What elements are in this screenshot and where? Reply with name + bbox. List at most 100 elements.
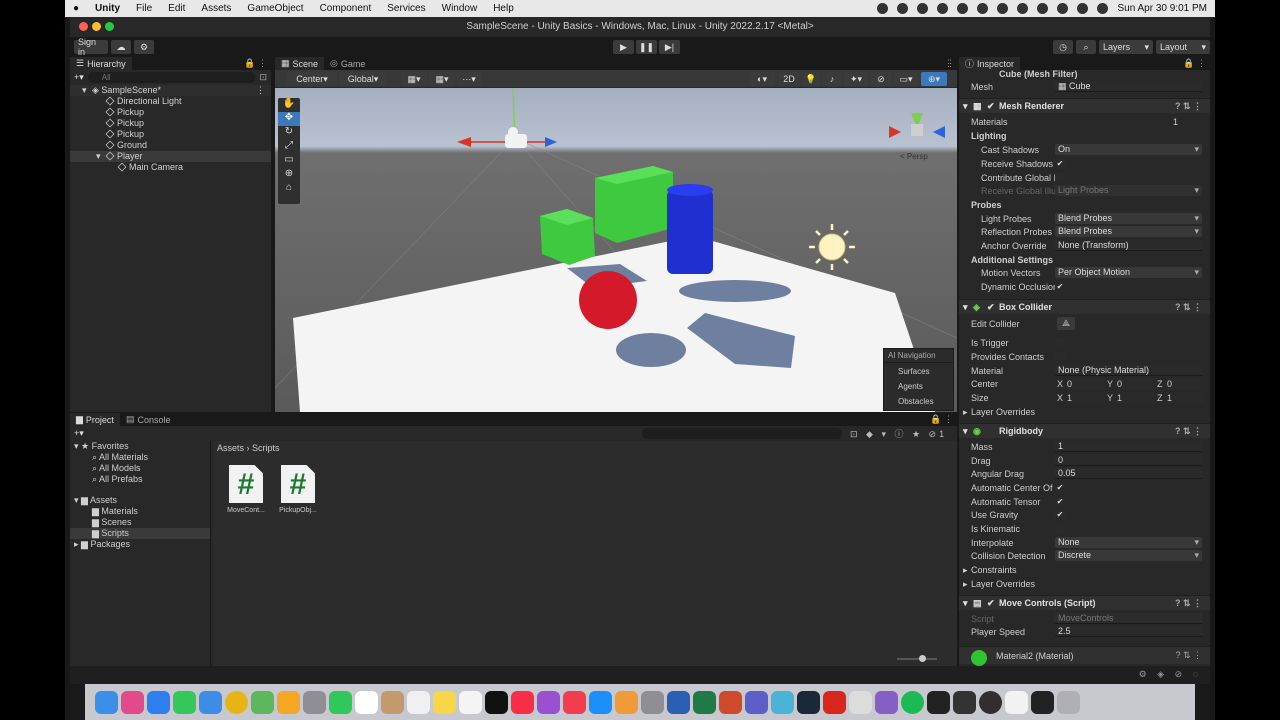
contribute-gi-checkbox[interactable] xyxy=(1055,173,1065,183)
battery-icon[interactable] xyxy=(1017,3,1029,14)
hidden-objects-toggle[interactable]: ⊘ xyxy=(871,72,891,86)
bluetooth-icon[interactable] xyxy=(997,3,1009,14)
visual-studio-icon[interactable] xyxy=(875,690,898,714)
hierarchy-item-directional-light[interactable]: Directional Light xyxy=(70,96,271,107)
scene-menu-icon[interactable]: ⋮ xyxy=(256,85,265,96)
folder-materials[interactable]: ▆ Materials xyxy=(70,506,210,517)
folder-scenes[interactable]: ▆ Scenes xyxy=(70,517,210,528)
tab-scene[interactable]: ▦ Scene xyxy=(275,57,325,70)
auto-tensor-checkbox[interactable]: ✔ xyxy=(1055,497,1065,507)
enabled-checkbox[interactable]: ✔ xyxy=(987,300,995,315)
system-settings-icon[interactable] xyxy=(641,690,664,714)
interpolate-dropdown[interactable]: None xyxy=(1055,537,1202,548)
menu-help[interactable]: Help xyxy=(485,3,522,14)
panel-menu-icon[interactable]: 🔒 ⋮ xyxy=(930,414,953,425)
acrobat-icon[interactable] xyxy=(823,690,846,714)
size-z-field[interactable]: 1 xyxy=(1167,392,1203,404)
notes-icon[interactable] xyxy=(433,690,456,714)
hierarchy-item-main-camera[interactable]: Main Camera xyxy=(70,162,271,173)
asset-pickupobject[interactable]: # PickupObj... xyxy=(273,465,323,514)
center-x-field[interactable]: 0 xyxy=(1067,378,1105,390)
scene-render[interactable] xyxy=(275,88,957,412)
constraints-foldout[interactable]: ▸ Constraints xyxy=(959,564,1210,576)
folder-scripts[interactable]: ▆ Scripts xyxy=(70,528,210,539)
box-collider-header[interactable]: ▾ ◈ ✔ Box Collider ? ⇅ ⋮ xyxy=(959,299,1210,314)
component-menu-icon[interactable]: ? ⇅ ⋮ xyxy=(1175,99,1202,114)
sign-in-button[interactable]: Sign in xyxy=(74,37,108,57)
mesh-renderer-header[interactable]: ▾ ▦ ✔ Mesh Renderer ? ⇅ ⋮ xyxy=(959,98,1210,113)
apple-icon[interactable]: ● xyxy=(65,3,87,14)
grid-button[interactable]: ▦▾ xyxy=(429,72,455,86)
layers-dropdown[interactable]: Layers ▾ xyxy=(1099,40,1153,54)
add-icon[interactable]: +▾ xyxy=(74,428,84,439)
teams-icon[interactable] xyxy=(745,690,768,714)
mesh-filter-header[interactable]: Cube (Mesh Filter) xyxy=(959,68,1210,80)
use-gravity-checkbox[interactable]: ✔ xyxy=(1055,510,1065,520)
auto-center-checkbox[interactable]: ✔ xyxy=(1055,483,1065,493)
safari-icon[interactable] xyxy=(147,690,170,714)
provides-contacts-checkbox[interactable] xyxy=(1055,352,1065,362)
hierarchy-item-pickup[interactable]: Pickup xyxy=(70,129,271,140)
asset-movecontrols[interactable]: # MoveCont... xyxy=(221,465,271,514)
menu-edit[interactable]: Edit xyxy=(160,3,193,14)
expand-arrow-icon[interactable]: ▾ xyxy=(963,596,968,611)
size-y-field[interactable]: 1 xyxy=(1117,392,1155,404)
calendar-icon[interactable] xyxy=(355,690,378,714)
wifi-icon[interactable] xyxy=(1037,3,1049,14)
menu-file[interactable]: File xyxy=(128,3,160,14)
status-icons[interactable]: ⚙ ◈ ⊘ ◌ xyxy=(1139,669,1202,680)
hierarchy-item-ground[interactable]: Ground xyxy=(70,140,271,151)
podcasts-icon[interactable] xyxy=(537,690,560,714)
additional-settings-section[interactable]: Additional Settings xyxy=(959,254,1210,266)
transform-tool-icon[interactable]: ⊕ xyxy=(278,168,300,182)
menu-component[interactable]: Component xyxy=(312,3,380,14)
component-menu-icon[interactable]: ? ⇅ ⋮ xyxy=(1175,649,1202,661)
tab-hierarchy[interactable]: ☰ Hierarchy xyxy=(70,57,132,70)
overlay-obstacles[interactable]: Obstacles xyxy=(884,391,953,406)
news-icon[interactable] xyxy=(563,690,586,714)
material-preview-header[interactable]: Material2 (Material) ? ⇅ ⋮ xyxy=(959,646,1210,666)
preview-icon[interactable] xyxy=(771,690,794,714)
scene-root[interactable]: ▾ ◈ SampleScene* ⋮ xyxy=(70,85,271,96)
tab-game[interactable]: ◎ Game xyxy=(324,57,372,70)
mail-icon[interactable] xyxy=(199,690,222,714)
component-menu-icon[interactable]: ? ⇅ ⋮ xyxy=(1175,596,1202,611)
contacts-icon[interactable] xyxy=(381,690,404,714)
favorite-all-prefabs[interactable]: ⌕ All Prefabs xyxy=(70,474,210,485)
center-z-field[interactable]: 0 xyxy=(1167,378,1203,390)
camera-icon[interactable] xyxy=(937,3,949,14)
screen-recorder-icon[interactable] xyxy=(1031,690,1054,714)
breadcrumb-scripts[interactable]: Scripts xyxy=(252,443,280,453)
unity-tray-icon[interactable] xyxy=(897,3,909,14)
launchpad-icon[interactable] xyxy=(121,690,144,714)
unity-hub-icon[interactable] xyxy=(849,690,872,714)
project-toolbar-icons[interactable]: ⊡ ◆ ▾ ⓘ ★ ⊘1 xyxy=(850,427,947,440)
anchor-override-field[interactable]: None (Transform) xyxy=(1055,240,1202,251)
trash-icon[interactable] xyxy=(1057,690,1080,714)
scene-viewport[interactable]: < Persp AI Navigation Surfaces Agents Ob… xyxy=(275,88,957,412)
menu-gameobject[interactable]: GameObject xyxy=(239,3,311,14)
pause-button[interactable]: ❚❚ xyxy=(636,40,657,54)
size-x-field[interactable]: 1 xyxy=(1067,392,1105,404)
menu-services[interactable]: Services xyxy=(379,3,433,14)
audio-toggle[interactable]: ♪ xyxy=(823,72,841,86)
hierarchy-search-input[interactable]: All xyxy=(87,71,256,83)
move-tool-icon[interactable]: ✥ xyxy=(278,112,300,126)
enabled-checkbox[interactable]: ✔ xyxy=(987,99,995,114)
enabled-checkbox[interactable]: ✔ xyxy=(987,596,995,611)
document-icon[interactable] xyxy=(1005,690,1028,714)
cloud-icon[interactable] xyxy=(917,3,929,14)
mesh-field[interactable]: ▦ Cube xyxy=(1055,81,1202,92)
facetime-icon[interactable] xyxy=(303,690,326,714)
custom-tool-icon[interactable]: ⌂ xyxy=(278,182,300,196)
breadcrumb-assets[interactable]: Assets xyxy=(217,443,244,453)
collision-detection-dropdown[interactable]: Discrete xyxy=(1055,550,1202,561)
pages-icon[interactable] xyxy=(615,690,638,714)
angular-drag-field[interactable]: 0.05 xyxy=(1055,468,1202,479)
obs-icon[interactable] xyxy=(979,690,1002,714)
appstore-icon[interactable] xyxy=(589,690,612,714)
component-menu-icon[interactable]: ? ⇅ ⋮ xyxy=(1175,300,1202,315)
lighting-section[interactable]: Lighting xyxy=(959,130,1210,142)
rigidbody-header[interactable]: ▾ ◉ Rigidbody ? ⇅ ⋮ xyxy=(959,423,1210,438)
snap-increment-button[interactable]: ⋯▾ xyxy=(457,72,481,86)
